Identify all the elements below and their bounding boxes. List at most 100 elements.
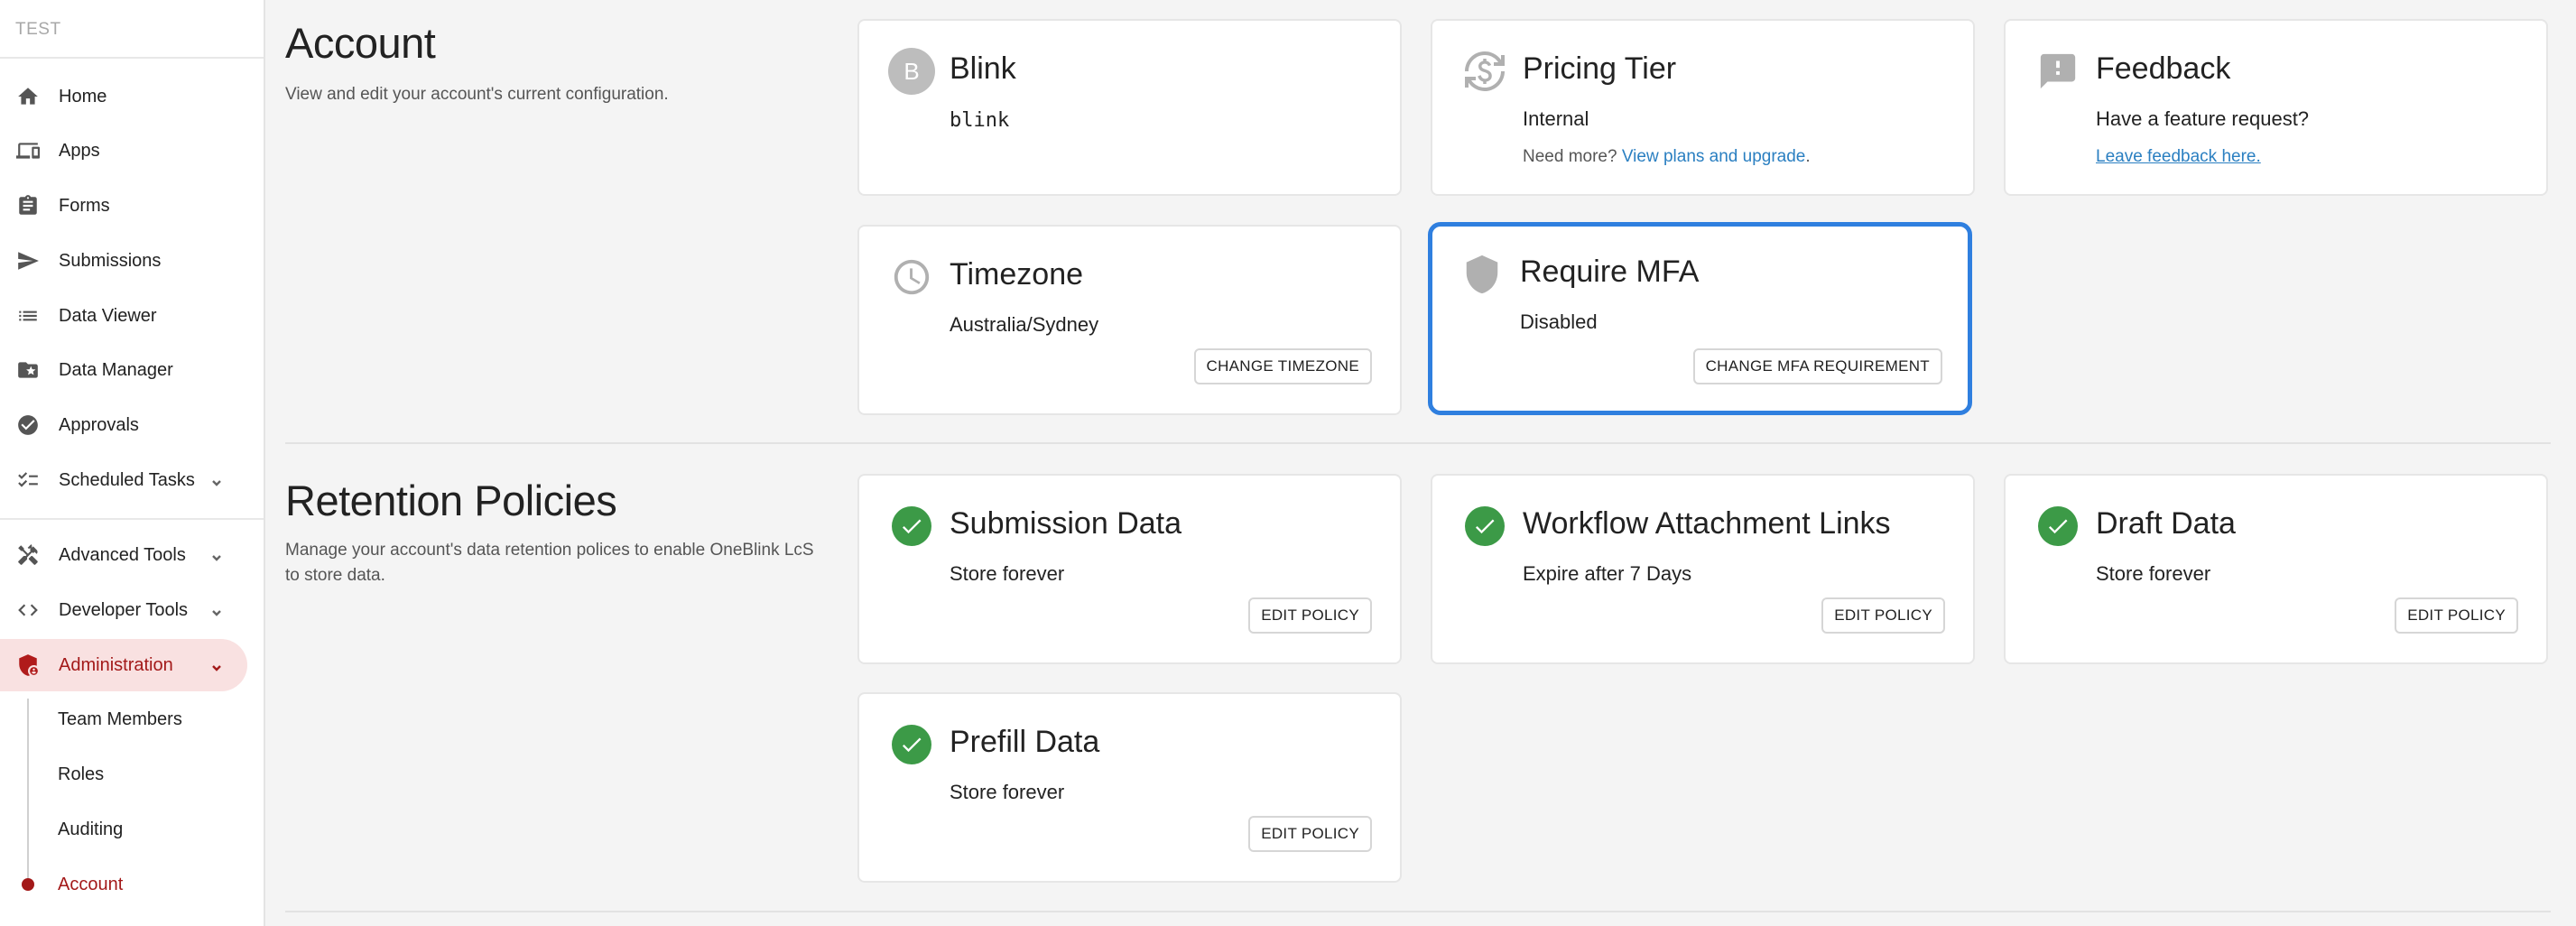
sidebar-item-administration[interactable]: Administration bbox=[0, 639, 247, 691]
require-mfa-card: Require MFA Disabled CHANGE MFA REQUIREM… bbox=[1428, 222, 1972, 415]
sidebar-item-data-manager[interactable]: Data Manager bbox=[0, 344, 247, 396]
sidebar-subitem-roles[interactable]: Roles bbox=[58, 764, 104, 785]
send-icon bbox=[15, 248, 41, 273]
sidebar-item-home[interactable]: Home bbox=[0, 70, 247, 123]
chevron-down-icon bbox=[210, 659, 223, 671]
sidebar-item-data-viewer[interactable]: Data Viewer bbox=[0, 290, 247, 342]
chevron-down-icon bbox=[210, 474, 223, 486]
workflow-attachment-policy-card: Workflow Attachment Links Expire after 7… bbox=[1431, 474, 1975, 664]
draft-data-policy-card: Draft Data Store forever EDIT POLICY bbox=[2004, 474, 2548, 664]
section-divider bbox=[285, 442, 2551, 444]
pricing-tier-card: Pricing Tier Internal Need more? View pl… bbox=[1431, 19, 1975, 196]
pricing-tier-value: Internal bbox=[1523, 107, 1589, 130]
devices-icon bbox=[15, 138, 41, 163]
avatar-letter: B bbox=[888, 48, 935, 95]
chevron-down-icon bbox=[210, 549, 223, 561]
feedback-card: Feedback Have a feature request? Leave f… bbox=[2004, 19, 2548, 196]
check-circle-icon bbox=[15, 412, 41, 438]
currency-exchange-icon bbox=[1461, 48, 1508, 95]
home-icon bbox=[15, 84, 41, 109]
sidebar-item-label: Apps bbox=[59, 140, 100, 161]
sidebar-item-developer-tools[interactable]: Developer Tools bbox=[0, 584, 247, 636]
sidebar-subitem-team-members[interactable]: Team Members bbox=[58, 709, 182, 730]
card-title: Pricing Tier bbox=[1523, 51, 1677, 86]
leave-feedback-link[interactable]: Leave feedback here. bbox=[2096, 147, 2261, 167]
sidebar: TEST Home Apps Forms Submissions Data Vi… bbox=[0, 0, 265, 926]
sidebar-item-label: Data Manager bbox=[59, 359, 173, 380]
sidebar-subitem-auditing[interactable]: Auditing bbox=[58, 820, 123, 840]
account-slug: blink bbox=[950, 109, 1010, 132]
feedback-prompt: Have a feature request? bbox=[2096, 107, 2310, 130]
edit-submission-policy-button[interactable]: EDIT POLICY bbox=[1248, 597, 1372, 634]
card-title: Require MFA bbox=[1520, 255, 1700, 289]
sidebar-item-label: Advanced Tools bbox=[59, 544, 186, 565]
sidebar-item-label: Submissions bbox=[59, 250, 162, 271]
change-mfa-requirement-button[interactable]: CHANGE MFA REQUIREMENT bbox=[1692, 348, 1942, 384]
card-title: Workflow Attachment Links bbox=[1523, 506, 1891, 541]
account-avatar: B bbox=[888, 48, 935, 95]
sidebar-item-approvals[interactable]: Approvals bbox=[0, 399, 247, 451]
environment-label: TEST bbox=[15, 20, 61, 39]
card-title: Submission Data bbox=[950, 506, 1182, 541]
check-circle-icon bbox=[888, 503, 935, 550]
policy-value: Expire after 7 Days bbox=[1523, 562, 1692, 585]
card-title: Timezone bbox=[950, 257, 1084, 292]
sidebar-item-label: Data Viewer bbox=[59, 305, 157, 326]
section-divider bbox=[285, 911, 2551, 912]
sidebar-divider bbox=[0, 518, 264, 520]
sidebar-item-apps[interactable]: Apps bbox=[0, 125, 247, 177]
sidebar-item-label: Forms bbox=[59, 195, 110, 216]
current-page-dot bbox=[22, 878, 34, 891]
edit-workflow-policy-button[interactable]: EDIT POLICY bbox=[1821, 597, 1945, 634]
account-section-description: View and edit your account's current con… bbox=[285, 85, 669, 104]
retention-section-description: Manage your account's data retention pol… bbox=[285, 541, 814, 585]
sidebar-item-label: Developer Tools bbox=[59, 599, 189, 620]
mfa-status-value: Disabled bbox=[1520, 310, 1598, 333]
sidebar-item-advanced-tools[interactable]: Advanced Tools bbox=[0, 529, 247, 581]
clipboard-icon bbox=[15, 193, 41, 218]
sidebar-item-forms[interactable]: Forms bbox=[0, 180, 247, 232]
timezone-value: Australia/Sydney bbox=[950, 313, 1099, 336]
edit-draft-policy-button[interactable]: EDIT POLICY bbox=[2395, 597, 2518, 634]
tools-icon bbox=[15, 542, 41, 568]
sidebar-item-label: Home bbox=[59, 86, 107, 106]
chevron-down-icon bbox=[210, 604, 223, 616]
change-timezone-button[interactable]: CHANGE TIMEZONE bbox=[1193, 348, 1372, 384]
clock-icon bbox=[888, 254, 935, 301]
policy-value: Store forever bbox=[2096, 562, 2211, 585]
account-section-title: Account bbox=[285, 19, 436, 67]
check-circle-icon bbox=[2034, 503, 2081, 550]
card-title: Feedback bbox=[2096, 51, 2231, 86]
retention-section-title: Retention Policies bbox=[285, 477, 617, 524]
upgrade-prompt: Need more? View plans and upgrade. bbox=[1523, 147, 1811, 167]
check-circle-icon bbox=[1461, 503, 1508, 550]
view-plans-link[interactable]: View plans and upgrade bbox=[1622, 147, 1806, 166]
card-title: Blink bbox=[950, 51, 1016, 86]
code-icon bbox=[15, 597, 41, 623]
edit-prefill-policy-button[interactable]: EDIT POLICY bbox=[1248, 816, 1372, 852]
checklist-icon bbox=[15, 468, 41, 493]
sidebar-item-submissions[interactable]: Submissions bbox=[0, 235, 247, 287]
admin-shield-icon bbox=[15, 653, 41, 678]
sidebar-item-label: Administration bbox=[59, 654, 173, 675]
sidebar-subitem-account[interactable]: Account bbox=[58, 875, 123, 895]
upgrade-prompt-text: Need more? bbox=[1523, 147, 1617, 166]
card-title: Draft Data bbox=[2096, 506, 2236, 541]
sidebar-item-scheduled-tasks[interactable]: Scheduled Tasks bbox=[0, 454, 247, 506]
policy-value: Store forever bbox=[950, 562, 1065, 585]
list-icon bbox=[15, 303, 41, 329]
check-circle-icon bbox=[888, 721, 935, 768]
sidebar-item-label: Approvals bbox=[59, 414, 139, 435]
shield-icon bbox=[1459, 251, 1506, 298]
card-title: Prefill Data bbox=[950, 725, 1100, 759]
upgrade-prompt-suffix: . bbox=[1805, 147, 1811, 166]
sidebar-divider bbox=[0, 57, 264, 59]
timezone-card: Timezone Australia/Sydney CHANGE TIMEZON… bbox=[857, 225, 1402, 415]
folder-star-icon bbox=[15, 357, 41, 383]
submission-data-policy-card: Submission Data Store forever EDIT POLIC… bbox=[857, 474, 1402, 664]
policy-value: Store forever bbox=[950, 781, 1065, 803]
submenu-guide-line bbox=[27, 699, 29, 886]
feedback-icon bbox=[2034, 48, 2081, 95]
prefill-data-policy-card: Prefill Data Store forever EDIT POLICY bbox=[857, 692, 1402, 883]
account-name-card: B Blink blink bbox=[857, 19, 1402, 196]
